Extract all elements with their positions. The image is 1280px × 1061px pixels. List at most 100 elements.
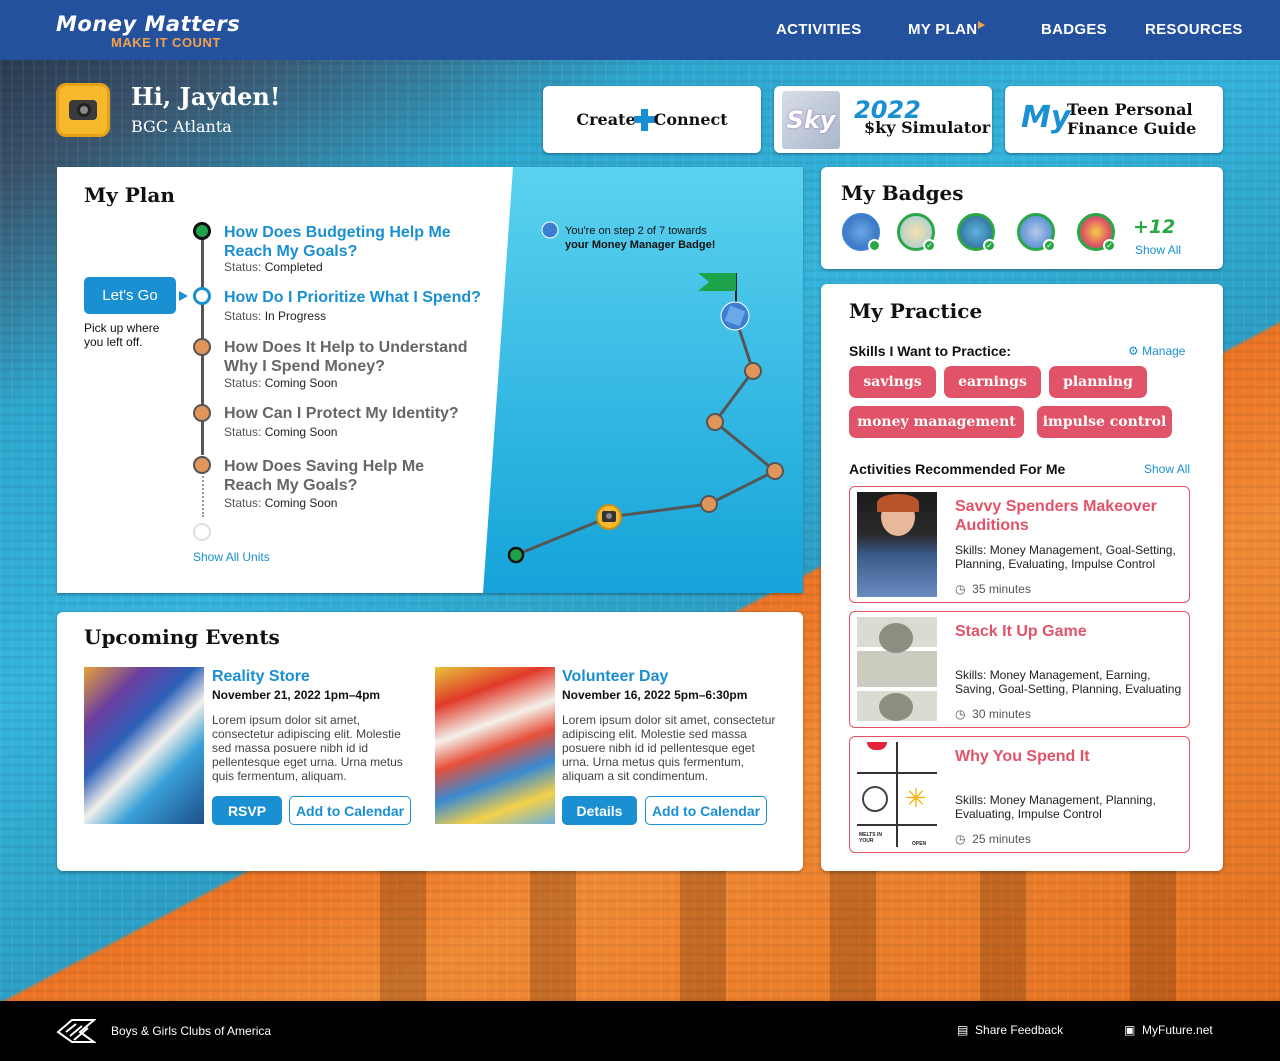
unit-title-2[interactable]: How Do I Prioritize What I Spend? xyxy=(224,288,484,307)
progress-icon xyxy=(868,239,881,252)
footer-org: Boys & Girls Clubs of America xyxy=(111,1024,272,1038)
check-icon: ✓ xyxy=(983,239,996,252)
skills-label: Skills: xyxy=(955,668,987,682)
sky-simulator-card[interactable]: Sky 2022 $ky Simulator xyxy=(774,86,992,153)
badges-show-all-link[interactable]: Show All xyxy=(1135,243,1181,257)
recommended-show-all-link[interactable]: Show All xyxy=(1144,462,1190,476)
finance-guide-card[interactable]: My Teen Personal Finance Guide xyxy=(1005,86,1223,153)
status-label: Status: xyxy=(224,376,262,390)
badge-4[interactable]: ✓ xyxy=(1017,213,1056,252)
status-value: Completed xyxy=(264,260,323,274)
activity-skills: Skills: Money Management, Earning, Savin… xyxy=(955,668,1185,696)
status-label: Status: xyxy=(224,309,262,323)
map-node-3 xyxy=(700,495,718,513)
avatar[interactable] xyxy=(56,83,110,137)
activity-card[interactable]: Savvy Spenders Makeover Auditions Skills… xyxy=(849,486,1190,603)
guide-line2: Finance Guide xyxy=(1067,119,1197,138)
myfuture-link[interactable]: ▣ MyFuture.net xyxy=(1124,1023,1213,1037)
logo-title[interactable]: Money Matters xyxy=(56,12,240,36)
activity-thumbnail xyxy=(857,492,937,597)
duration-value: 25 minutes xyxy=(972,832,1031,846)
event-description: Lorem ipsum dolor sit amet, consectetur … xyxy=(212,713,403,783)
skill-pill-impulse-control[interactable]: impulse control xyxy=(1037,406,1172,438)
clock-icon: ◷ xyxy=(955,832,966,846)
add-to-calendar-button[interactable]: Add to Calendar xyxy=(289,796,411,825)
manage-link[interactable]: ⚙ Manage xyxy=(1128,344,1185,358)
create-label: Create xyxy=(576,110,636,129)
status-label: Status: xyxy=(224,260,262,274)
map-node-6 xyxy=(744,362,762,380)
nav-resources[interactable]: RESOURCES xyxy=(1145,21,1243,38)
recommended-heading: Activities Recommended For Me xyxy=(849,461,1066,477)
flag-icon xyxy=(978,21,986,29)
sky-thumb-text: Sky xyxy=(786,106,836,134)
skill-pill-planning[interactable]: planning xyxy=(1049,366,1147,398)
details-button[interactable]: Details xyxy=(562,796,637,825)
skills-value: Money Management, Earning, Saving, Goal-… xyxy=(955,668,1182,696)
activity-title: Savvy Spenders Makeover Auditions xyxy=(955,498,1157,534)
walmart-logo-icon: ✳ xyxy=(905,783,927,813)
status-label: Status: xyxy=(224,496,262,510)
activity-card[interactable]: ✳ MELTS IN YOUR OPEN Why You Spend It Sk… xyxy=(849,736,1190,853)
rsvp-button[interactable]: RSVP xyxy=(212,796,282,825)
feedback-label: Share Feedback xyxy=(975,1023,1064,1037)
activity-thumbnail: ✳ MELTS IN YOUR OPEN xyxy=(857,742,937,847)
event-date: November 21, 2022 1pm–4pm xyxy=(212,688,381,702)
bgca-logo-icon xyxy=(56,1018,98,1044)
unit-status-1: Status: Completed xyxy=(224,260,323,274)
thumb-text: MELTS IN YOUR xyxy=(859,832,882,844)
skills-value: Money Management, Planning, Evaluating, … xyxy=(955,793,1156,821)
status-label: Status: xyxy=(224,425,262,439)
duration-value: 35 minutes xyxy=(972,582,1031,596)
add-to-calendar-button[interactable]: Add to Calendar xyxy=(645,796,767,825)
badge-money-manager[interactable] xyxy=(842,213,881,252)
progress-text: You're on step 2 of 7 towards xyxy=(565,225,707,237)
unit-title-1[interactable]: How Does Budgeting Help Me Reach My Goal… xyxy=(224,223,484,261)
unit-status-2: Status: In Progress xyxy=(224,309,326,323)
skill-pill-money-management[interactable]: money management xyxy=(849,406,1024,438)
badge-2[interactable]: ✓ xyxy=(897,213,936,252)
unit-title-4: How Can I Protect My Identity? xyxy=(224,405,459,422)
skill-pill-savings[interactable]: savings xyxy=(849,366,936,398)
map-node-5 xyxy=(706,413,724,431)
unit-status-3: Status: Coming Soon xyxy=(224,376,337,390)
progress-badge-name: your Money Manager Badge! xyxy=(565,239,716,251)
event-title[interactable]: Reality Store xyxy=(212,668,310,686)
monitor-icon: ▣ xyxy=(1124,1023,1136,1037)
event-title[interactable]: Volunteer Day xyxy=(562,668,668,686)
manage-label: Manage xyxy=(1142,344,1186,358)
myfuture-label: MyFuture.net xyxy=(1142,1023,1213,1037)
create-connect-card[interactable]: Create Connect xyxy=(543,86,761,153)
event-image xyxy=(435,667,555,824)
gear-icon: ⚙ xyxy=(1128,344,1139,358)
activity-card[interactable]: Stack It Up Game Skills: Money Managemen… xyxy=(849,611,1190,728)
mercedes-logo-icon xyxy=(862,786,888,812)
show-all-units-link[interactable]: Show All Units xyxy=(193,550,270,564)
my-plan-card: My Plan You're on step 2 of 7 towards yo… xyxy=(57,167,803,593)
unit-status-5: Status: Coming Soon xyxy=(224,496,337,510)
plus-icon xyxy=(633,108,656,131)
unit-node xyxy=(193,456,211,474)
nav-my-plan[interactable]: MY PLAN xyxy=(908,21,986,38)
share-feedback-link[interactable]: ▤ Share Feedback xyxy=(957,1023,1063,1037)
skill-pill-earnings[interactable]: earnings xyxy=(944,366,1041,398)
top-header: Money Matters MAKE IT COUNT ACTIVITIES M… xyxy=(0,0,1280,60)
badge-3[interactable]: ✓ xyxy=(957,213,996,252)
nav-badges[interactable]: BADGES xyxy=(1041,21,1107,38)
check-icon: ✓ xyxy=(1043,239,1056,252)
skills-label: Skills: xyxy=(955,543,987,557)
check-icon: ✓ xyxy=(1103,239,1116,252)
unit-status-4: Status: Coming Soon xyxy=(224,425,337,439)
event-date: November 16, 2022 5pm–6:30pm xyxy=(562,688,748,702)
lets-go-button[interactable]: Let's Go xyxy=(84,277,176,314)
greeting: Hi, Jayden! xyxy=(131,82,281,111)
skills-heading: Skills I Want to Practice: xyxy=(849,343,1012,359)
clock-icon: ◷ xyxy=(955,582,966,596)
status-value: Coming Soon xyxy=(264,496,338,510)
badge-5[interactable]: ✓ xyxy=(1077,213,1116,252)
status-value: Coming Soon xyxy=(264,425,338,439)
unit-node-empty xyxy=(193,523,211,541)
map-node-4 xyxy=(766,462,784,480)
logo-tagline: MAKE IT COUNT xyxy=(111,35,221,50)
nav-activities[interactable]: ACTIVITIES xyxy=(776,21,862,38)
